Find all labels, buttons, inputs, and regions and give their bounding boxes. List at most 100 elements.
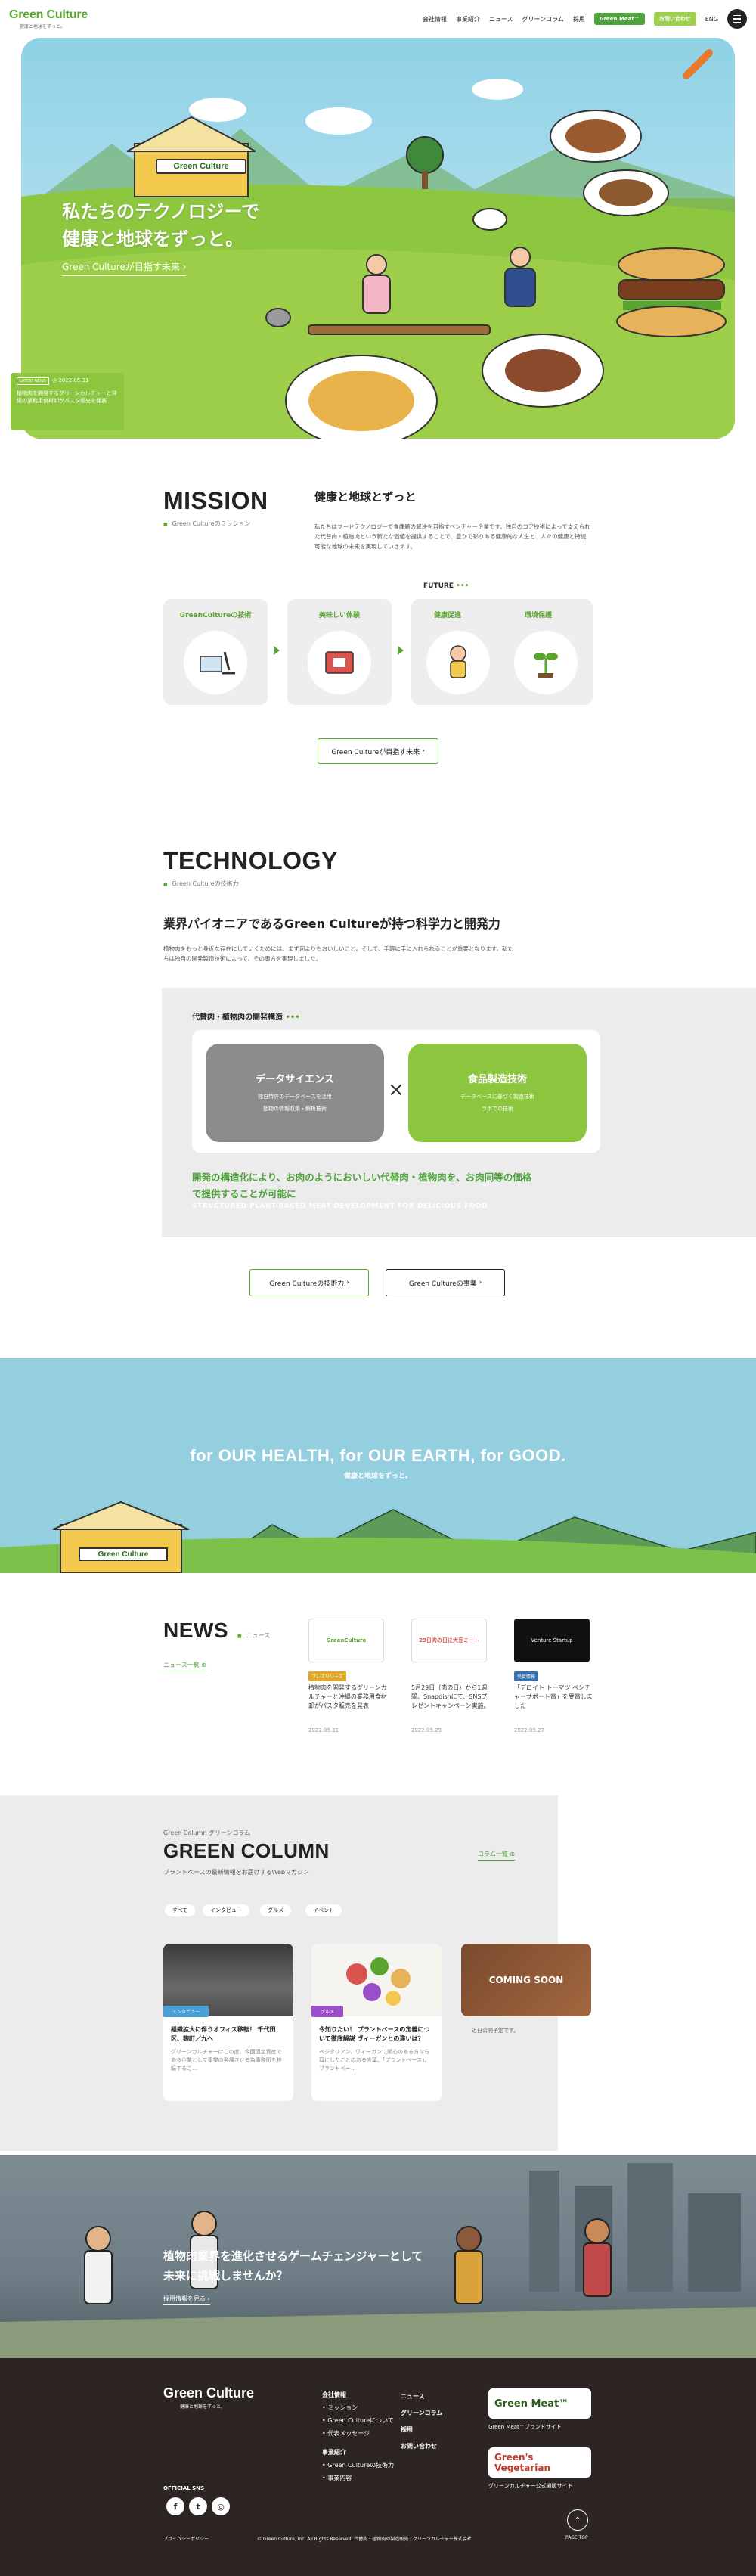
clock-icon: ◷ bbox=[51, 377, 57, 383]
page-top-label: PAGE TOP bbox=[565, 2535, 588, 2540]
site-logo[interactable]: Green Culture 健康と地球をずっと。 bbox=[9, 8, 88, 29]
sns-label: OFFICIAL SNS bbox=[163, 2485, 205, 2491]
footer-company-heading[interactable]: 会社情報 bbox=[322, 2388, 394, 2401]
hero-building-sign: Green Culture bbox=[156, 159, 246, 174]
news-list-link[interactable]: ニュース一覧 ⊕ bbox=[163, 1661, 206, 1671]
slogan-band: for OUR HEALTH, for OUR EARTH, for GOOD.… bbox=[0, 1358, 756, 1573]
column-eyebrow: Green Column グリーンコラム bbox=[163, 1829, 250, 1837]
news-title: NEWS bbox=[163, 1619, 228, 1642]
data-science-line2: 動物の情報収集・解析技術 bbox=[263, 1106, 327, 1112]
footer-link-recruit[interactable]: 採用 bbox=[401, 2422, 442, 2438]
footer-business-heading[interactable]: 事業紹介 bbox=[322, 2446, 394, 2459]
site-footer: Green Culture 健康と地球をずっと。 会社情報 • ミッション • … bbox=[0, 2358, 756, 2576]
column-card-category: インタビュー bbox=[163, 2006, 209, 2017]
column-chip-interview[interactable]: インタビュー bbox=[203, 1904, 249, 1916]
column-card[interactable]: グルメ 今知りたい！ プラントベースの定義について徹底解説 ヴィーガンとの違いは… bbox=[311, 1944, 442, 2101]
technology-title: TECHNOLOGY bbox=[163, 847, 338, 874]
recruit-heading-line1: 植物肉業界を進化させるゲームチェンジャーとして bbox=[163, 2249, 423, 2263]
footer-link-tech-label: Green Cultureの技術力 bbox=[327, 2462, 395, 2469]
technology-subtitle: Green Cultureの技術力 bbox=[163, 880, 338, 888]
mission-body: 私たちはフードテクノロジーで食課題の解決を目指すベンチャー企業です。独自のコア技… bbox=[314, 523, 590, 550]
flow-taste-label: 美味しい体験 bbox=[318, 612, 360, 619]
footer-link-about[interactable]: • Green Cultureについて bbox=[322, 2414, 394, 2427]
column-eyebrow-ja: グリーンコラム bbox=[208, 1830, 251, 1836]
greens-vegetarian-caption[interactable]: グリーンカルチャー公式通販サイト bbox=[488, 2482, 573, 2490]
hero-heading: 私たちのテクノロジーで 健康と地球をずっと。 bbox=[62, 198, 259, 253]
greens-vegetarian-badge[interactable]: Green's Vegetarian bbox=[488, 2447, 591, 2478]
data-science-line1: 独自特許のデータベースを活用 bbox=[258, 1094, 332, 1100]
flow-tech: GreenCultureの技術 bbox=[163, 599, 268, 705]
sprout-icon bbox=[514, 631, 578, 694]
hero-heading-line1: 私たちのテクノロジーで bbox=[62, 201, 260, 222]
footer-link-message[interactable]: • 代表メッセージ bbox=[322, 2427, 394, 2440]
column-chip-gourmet[interactable]: グルメ bbox=[260, 1904, 291, 1916]
flow-taste: 美味しい体験 bbox=[287, 599, 392, 705]
twitter-icon[interactable]: t bbox=[189, 2497, 207, 2515]
arrow-circle-icon: ⊕ bbox=[510, 1851, 516, 1858]
menu-button[interactable] bbox=[727, 9, 747, 29]
food-manufacturing-line1: データベースに基づく製造技術 bbox=[460, 1094, 534, 1100]
tech-panel-title: 代替肉・植物肉の開発構造 ••• bbox=[192, 1010, 300, 1022]
tech-structure-panel: データサイエンス 独自特許のデータベースを活用 動物の情報収集・解析技術 × 食… bbox=[192, 1030, 600, 1153]
news-date: 2022.05.29 bbox=[411, 1727, 442, 1733]
arrow-right-icon: › bbox=[422, 747, 425, 755]
facebook-icon[interactable]: f bbox=[166, 2497, 184, 2515]
column-title: GREEN COLUMN bbox=[163, 1839, 330, 1862]
slogan-ja: 健康と地球をずっと。 bbox=[343, 1473, 412, 1480]
instagram-icon[interactable]: ◎ bbox=[212, 2497, 230, 2515]
nav-news[interactable]: ニュース bbox=[489, 15, 513, 23]
tech-business-button[interactable]: Green Cultureの事業 › bbox=[386, 1269, 505, 1296]
recruit-heading-line2: 未来に挑戦しませんか？ bbox=[163, 2269, 288, 2283]
arrow-icon bbox=[274, 646, 280, 655]
nav-company[interactable]: 会社情報 bbox=[423, 15, 447, 23]
column-chip-event[interactable]: イベント bbox=[305, 1904, 342, 1916]
tech-result-en: STRUCTURED PLANT-BASED MEAT DEVELOPMENT … bbox=[192, 1203, 488, 1210]
flow-tech-label: GreenCultureの技術 bbox=[179, 612, 252, 619]
food-manufacturing-box: 食品製造技術 データベースに基づく製造技術 ラボでの技術 bbox=[408, 1044, 587, 1142]
footer-logo[interactable]: Green Culture 健康と地球をずっと。 bbox=[163, 2385, 254, 2410]
news-category: 受賞情報 bbox=[514, 1671, 539, 1681]
green-meat-badge[interactable]: Green Meat™ bbox=[488, 2388, 591, 2419]
future-label-text: FUTURE bbox=[423, 582, 454, 590]
nav-column[interactable]: グリーンコラム bbox=[522, 15, 563, 23]
column-card-desc: グリーンカルチャーはこの度、今回固定資産である企業として事業の発展させる為事務所… bbox=[171, 2049, 282, 2072]
lang-switch[interactable]: ENG bbox=[705, 16, 718, 23]
mission-future-button[interactable]: Green Cultureが目指す未来 › bbox=[318, 738, 438, 764]
green-meat-caption[interactable]: Green Meat™ブランドサイト bbox=[488, 2423, 562, 2431]
logo-tagline: 健康と地球をずっと。 bbox=[20, 24, 66, 29]
footer-main-links: ニュース グリーンコラム 採用 お問い合わせ bbox=[401, 2388, 442, 2455]
dots-icon: ••• bbox=[285, 1013, 300, 1022]
column-list-link[interactable]: コラム一覧 ⊕ bbox=[478, 1850, 516, 1861]
footer-link-about-label: Green Cultureについて bbox=[327, 2417, 394, 2424]
news-thumbnail: GreenCulture bbox=[308, 1619, 384, 1662]
nav-recruit[interactable]: 採用 bbox=[573, 15, 585, 23]
arrow-icon bbox=[398, 646, 404, 655]
footer-link-tech[interactable]: • Green Cultureの技術力 bbox=[322, 2459, 394, 2472]
column-card[interactable]: インタビュー 組織拡大に伴うオフィス移転！ 千代田区、麹町／九へ グリーンカルチ… bbox=[163, 1944, 293, 2101]
dots-icon: ••• bbox=[456, 582, 469, 590]
hero-future-link[interactable]: Green Cultureが目指す未来 › bbox=[62, 260, 187, 276]
site-header: Green Culture 健康と地球をずっと。 会社情報 事業紹介 ニュース … bbox=[0, 0, 756, 38]
nav-business[interactable]: 事業紹介 bbox=[456, 15, 480, 23]
microscope-icon bbox=[184, 631, 247, 694]
tech-power-button[interactable]: Green Cultureの技術力 › bbox=[249, 1269, 369, 1296]
recruit-link[interactable]: 採用情報を見る › bbox=[163, 2295, 210, 2305]
green-meat-button[interactable]: Green Meat™ bbox=[593, 13, 645, 25]
footer-logo-text[interactable]: Green Culture bbox=[163, 2385, 254, 2401]
logo-text[interactable]: Green Culture bbox=[9, 8, 88, 22]
chevron-up-icon: ⌃ bbox=[574, 2515, 581, 2525]
footer-link-mission[interactable]: • ミッション bbox=[322, 2401, 394, 2414]
page-top-button[interactable]: ⌃ bbox=[567, 2509, 588, 2531]
latest-news-card[interactable]: LATEST NEWS ◷ 2022.05.31 植物肉を開発するグリーンカルチャ… bbox=[11, 373, 124, 430]
news-date: 2022.05.31 bbox=[308, 1727, 339, 1733]
privacy-link[interactable]: プライバシーポリシー bbox=[163, 2535, 209, 2542]
footer-link-business[interactable]: • 事業内容 bbox=[322, 2472, 394, 2484]
footer-link-contact[interactable]: お問い合わせ bbox=[401, 2438, 442, 2455]
tablet-icon bbox=[308, 631, 371, 694]
contact-button[interactable]: お問い合わせ bbox=[653, 12, 696, 26]
footer-link-column[interactable]: グリーンコラム bbox=[401, 2405, 442, 2422]
arrow-right-icon: › bbox=[346, 1279, 349, 1286]
column-chip-all[interactable]: すべて bbox=[165, 1904, 196, 1916]
tech-panel-title-text: 代替肉・植物肉の開発構造 bbox=[192, 1013, 283, 1022]
footer-link-news[interactable]: ニュース bbox=[401, 2388, 442, 2405]
